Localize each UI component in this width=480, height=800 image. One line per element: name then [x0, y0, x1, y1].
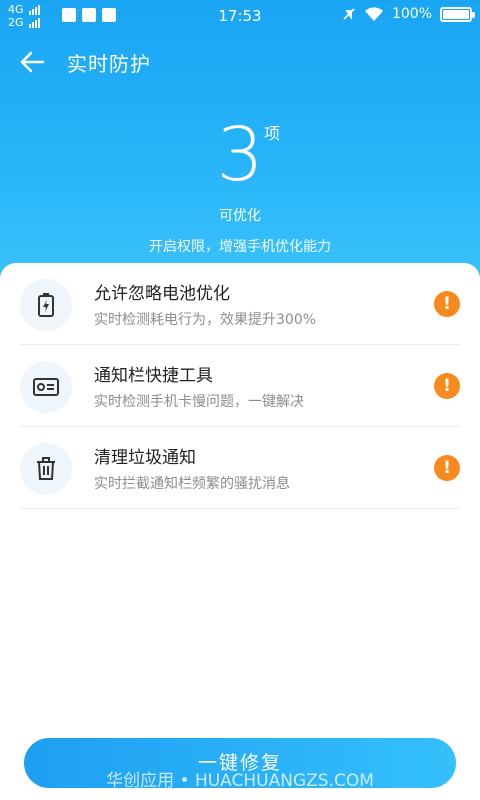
list-item-battery-optimization[interactable]: 允许忽略电池优化 实时检测耗电行为，效果提升300% !	[20, 263, 460, 345]
warning-icon: !	[434, 291, 460, 317]
arrow-left-icon	[20, 51, 45, 73]
item-title: 允许忽略电池优化	[94, 284, 230, 304]
count-number: 3	[216, 112, 264, 198]
battery-percent: 100%	[391, 6, 432, 22]
warning-icon: !	[434, 373, 460, 399]
mute-icon	[343, 8, 355, 20]
wifi-icon	[364, 6, 383, 21]
watermark: 华创应用 • HUACHUANGZS.COM	[106, 771, 374, 791]
status-right: 100%	[342, 6, 475, 22]
optimizable-count: 3 项	[0, 118, 480, 192]
list-item-clean-notifications[interactable]: 清理垃圾通知 实时拦截通知栏频繁的骚扰消息 !	[20, 427, 460, 509]
trash-icon	[20, 443, 72, 495]
app-header: 实时防护	[0, 40, 480, 84]
item-description: 实时检测耗电行为，效果提升300%	[94, 312, 317, 328]
item-title: 清理垃圾通知	[94, 448, 196, 468]
back-button[interactable]	[18, 48, 48, 76]
count-label: 可优化	[219, 208, 261, 224]
list-item-notification-tools[interactable]: 通知栏快捷工具 实时检测手机卡慢问题，一键解决 !	[20, 345, 460, 427]
item-description: 实时检测手机卡慢问题，一键解决	[94, 394, 304, 410]
battery-charging-icon	[20, 279, 72, 331]
status-bar: 4G 2G 17:53 100%	[0, 0, 480, 32]
id-card-icon	[20, 361, 72, 413]
item-title: 通知栏快捷工具	[94, 366, 213, 386]
count-unit: 项	[264, 124, 281, 143]
page-title: 实时防护	[67, 52, 151, 76]
permission-list-card: 允许忽略电池优化 实时检测耗电行为，效果提升300% ! 通知栏快捷工具 实时检…	[0, 263, 480, 800]
summary-description: 开启权限，增强手机优化能力	[149, 239, 331, 255]
warning-icon: !	[434, 455, 460, 481]
battery-icon	[440, 6, 475, 22]
item-description: 实时拦截通知栏频繁的骚扰消息	[94, 476, 290, 492]
